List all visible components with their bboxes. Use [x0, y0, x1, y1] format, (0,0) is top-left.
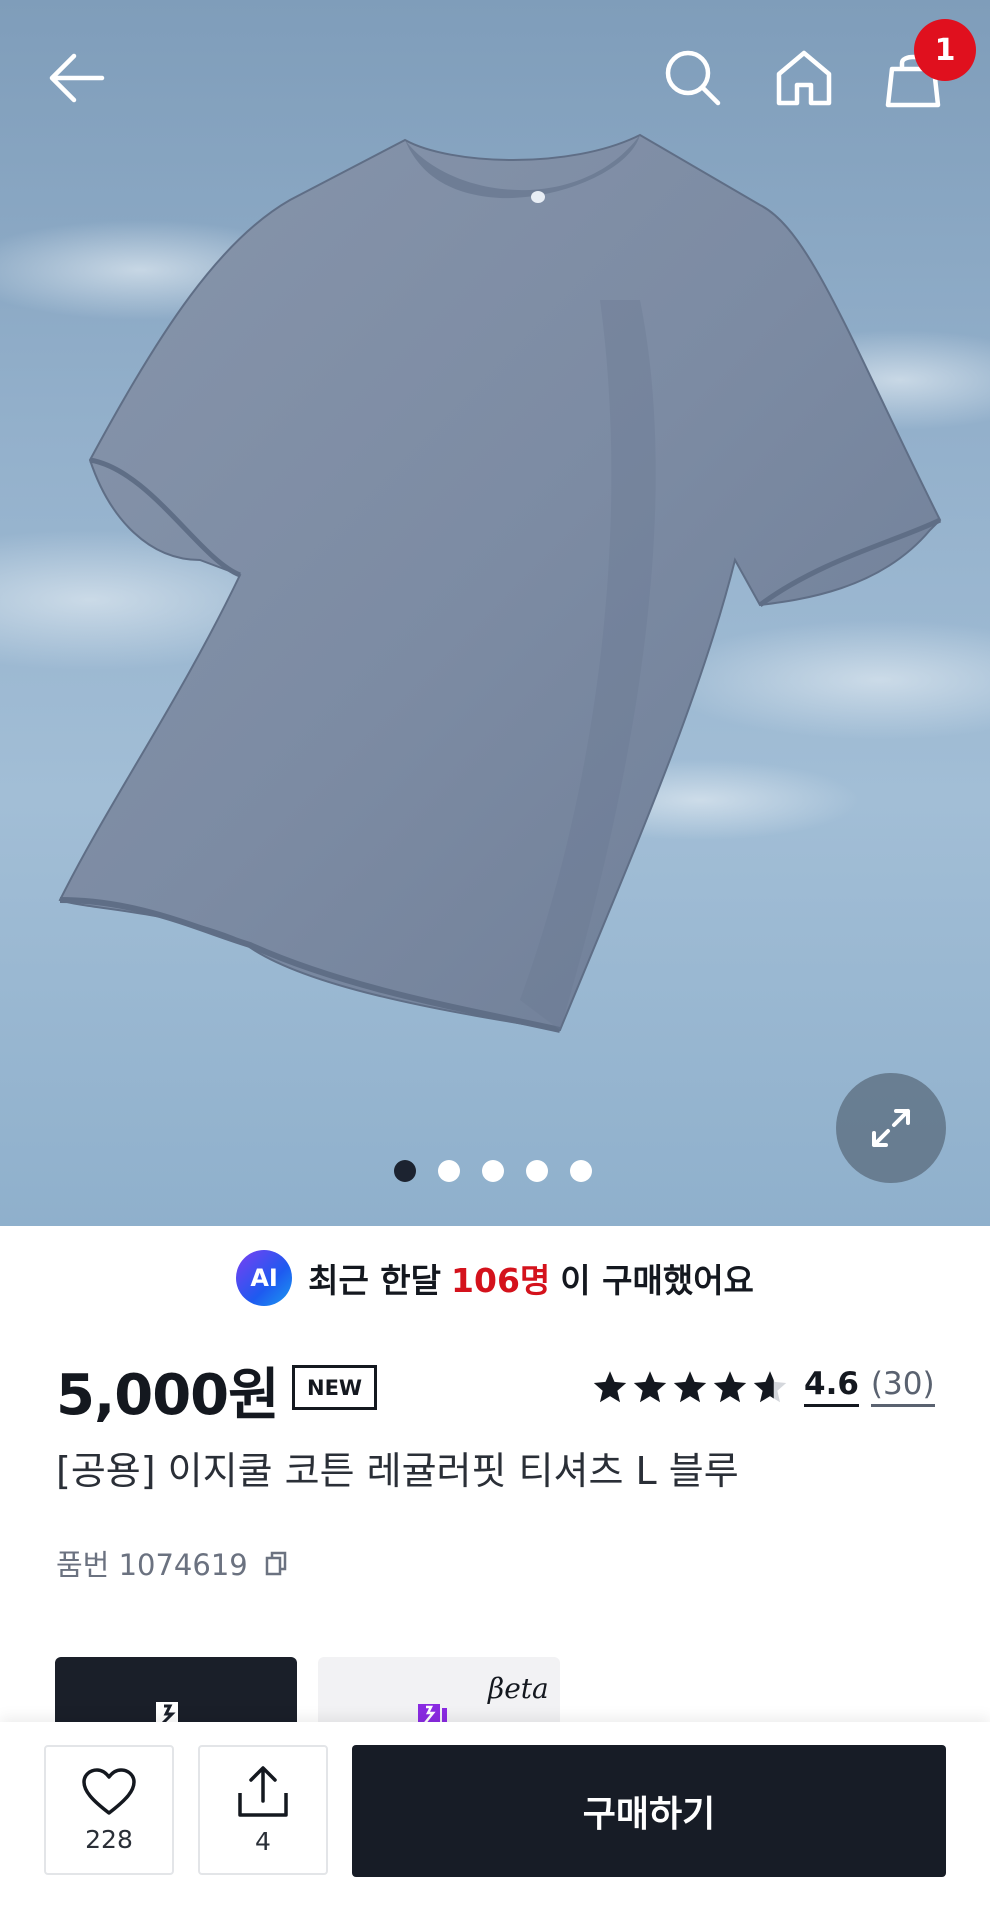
- pagination-dot-active[interactable]: [394, 1160, 416, 1182]
- product-sku: 품번 1074619: [56, 1542, 294, 1584]
- like-button[interactable]: 228: [44, 1745, 174, 1875]
- expand-image-button[interactable]: [836, 1073, 946, 1183]
- new-badge: NEW: [292, 1365, 378, 1410]
- sku-text: 품번 1074619: [56, 1548, 248, 1582]
- star-half-icon: [753, 1370, 787, 1402]
- ai-purchase-banner: AI 최근 한달 106명 이 구매했어요: [0, 1248, 990, 1308]
- cart-count-badge: 1: [914, 19, 976, 81]
- gallery-pagination: [394, 1160, 592, 1182]
- home-button[interactable]: [764, 38, 844, 118]
- product-title: [공용] 이지쿨 코튼 레귤러핏 티셔츠 L 블루: [56, 1449, 739, 1493]
- heart-icon: [82, 1767, 136, 1815]
- product-rating[interactable]: 4.6 (30): [592, 1366, 935, 1407]
- product-detail-page: 1 AI 최근 한달 106명 이 구매했어요 5,000원 NEW 4.6 (…: [0, 0, 990, 1920]
- rating-value[interactable]: 4.6: [804, 1366, 859, 1407]
- bottom-action-bar: 228 4 구매하기: [0, 1722, 990, 1920]
- product-photo: [0, 133, 990, 1033]
- pagination-dot[interactable]: [526, 1160, 548, 1182]
- card-icon-white: [156, 1702, 178, 1724]
- buy-button[interactable]: 구매하기: [352, 1745, 946, 1877]
- share-button[interactable]: 4: [198, 1745, 328, 1875]
- product-price: 5,000원: [56, 1363, 280, 1428]
- share-count: 4: [255, 1826, 271, 1856]
- review-count[interactable]: (30): [870, 1366, 935, 1407]
- star-icon: [673, 1370, 707, 1402]
- card-icon-purple: [418, 1704, 447, 1724]
- ai-banner-count: 106명: [451, 1261, 551, 1300]
- copy-icon-svg: [265, 1551, 286, 1576]
- search-button[interactable]: [653, 38, 733, 118]
- star-icon: [713, 1370, 747, 1402]
- like-count: 228: [85, 1824, 133, 1854]
- rating-stars: [592, 1369, 788, 1405]
- ai-banner-suffix: 이 구매했어요: [560, 1261, 754, 1300]
- star-icon: [593, 1370, 627, 1402]
- top-navigation-bar: 1: [0, 0, 990, 160]
- product-image-gallery[interactable]: 1: [0, 0, 990, 1226]
- expand-icon: [872, 1109, 910, 1147]
- share-icon: [238, 1765, 288, 1817]
- beta-label: βeta: [488, 1672, 549, 1705]
- copy-icon[interactable]: [258, 1545, 294, 1581]
- back-button[interactable]: [36, 38, 116, 118]
- pagination-dot[interactable]: [482, 1160, 504, 1182]
- back-arrow-icon: [49, 53, 105, 103]
- search-icon: [665, 50, 721, 106]
- pagination-dot[interactable]: [570, 1160, 592, 1182]
- star-icon: [633, 1370, 667, 1402]
- ai-badge-icon: AI: [236, 1250, 293, 1306]
- pagination-dot[interactable]: [438, 1160, 460, 1182]
- ai-banner-prefix: 최근 한달: [308, 1261, 442, 1300]
- ai-banner-text: 최근 한달 106명 이 구매했어요: [308, 1254, 754, 1302]
- home-icon: [776, 50, 832, 106]
